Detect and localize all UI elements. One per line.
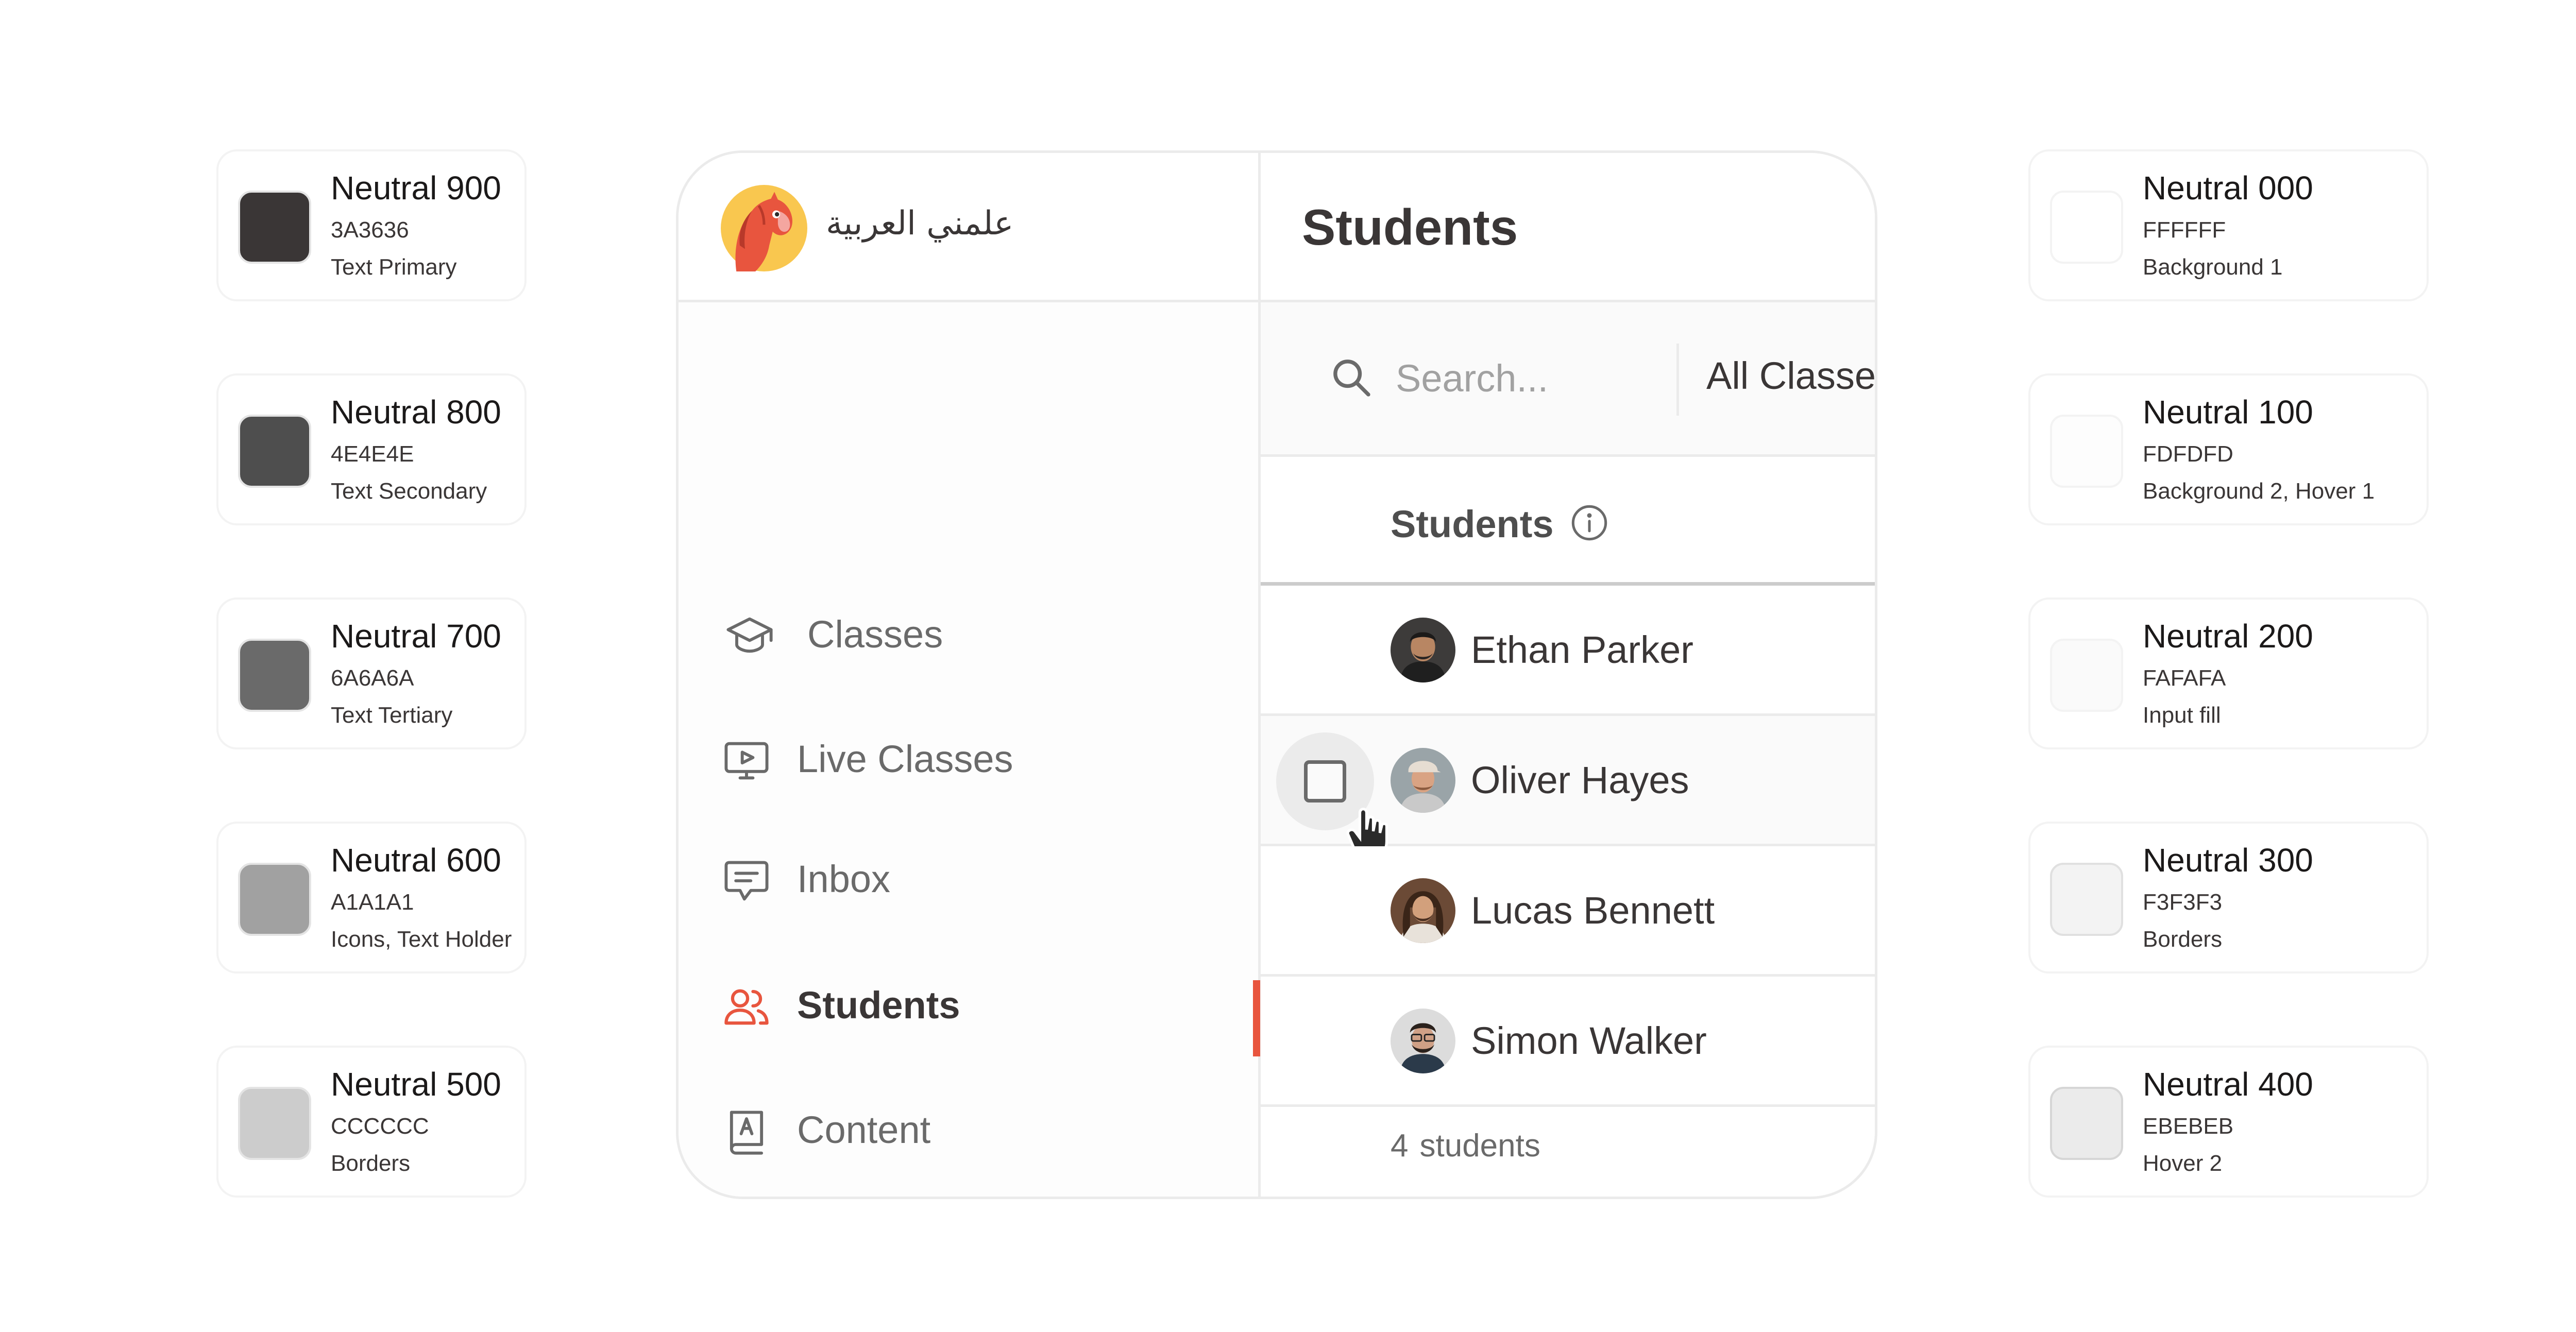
- swatch-name: Neutral 100: [2143, 394, 2313, 431]
- swatch-role: Background 2, Hover 1: [2143, 479, 2375, 504]
- swatch-card: Neutral 200 FAFAFA Input fill: [2028, 597, 2429, 749]
- swatch-hex: CCCCCC: [331, 1114, 429, 1139]
- swatch-hex: FAFAFA: [2143, 665, 2226, 691]
- color-swatch-chip: [238, 415, 311, 488]
- swatch-card: Neutral 700 6A6A6A Text Tertiary: [216, 597, 527, 749]
- info-icon[interactable]: [1570, 503, 1609, 542]
- table-header: Students: [1261, 457, 1875, 586]
- swatch-hex: FFFFFF: [2143, 217, 2226, 243]
- color-swatch-chip: [238, 191, 311, 264]
- book-icon: [730, 1111, 764, 1155]
- swatch-role: Text Secondary: [331, 479, 487, 504]
- swatch-role: Borders: [331, 1151, 411, 1176]
- avatar: [1391, 618, 1455, 682]
- users-icon: [724, 989, 769, 1025]
- sidebar-item-classes[interactable]: Classes: [679, 590, 1258, 667]
- avatar: [1391, 1009, 1455, 1073]
- student-count-number: 4: [1391, 1128, 1409, 1164]
- sidebar: علمني العربية Classes Live Classes Inbox…: [679, 153, 1261, 1197]
- sidebar-header: علمني العربية: [679, 153, 1258, 302]
- main-panel: Students All Classe Students: [1261, 153, 1875, 1197]
- avatar: [1391, 748, 1455, 813]
- swatch-name: Neutral 500: [331, 1066, 501, 1103]
- swatch-card: Neutral 100 FDFDFD Background 2, Hover 1: [2028, 373, 2429, 525]
- swatch-card: Neutral 900 3A3636 Text Primary: [216, 149, 527, 301]
- sidebar-item-students[interactable]: Students: [679, 961, 1260, 1056]
- student-name: Simon Walker: [1471, 1019, 1707, 1062]
- chat-bubble-icon: [724, 861, 769, 901]
- student-name: Lucas Bennett: [1471, 889, 1715, 932]
- page-header: Students: [1261, 153, 1875, 302]
- color-swatch-chip: [2050, 1087, 2123, 1160]
- table-row[interactable]: Simon Walker: [1261, 977, 1875, 1107]
- graduation-cap-icon: [726, 617, 773, 653]
- swatch-name: Neutral 700: [331, 618, 501, 655]
- swatch-name: Neutral 200: [2143, 618, 2313, 655]
- swatch-role: Hover 2: [2143, 1151, 2223, 1176]
- video-play-icon: [724, 742, 769, 780]
- sidebar-item-label: Classes: [807, 613, 943, 656]
- swatch-hex: FDFDFD: [2143, 441, 2233, 467]
- color-swatch-chip: [2050, 415, 2123, 488]
- swatch-role: Text Primary: [331, 254, 457, 280]
- swatch-role: Background 1: [2143, 254, 2283, 280]
- sidebar-item-label: Students: [797, 984, 960, 1027]
- swatch-hex: 4E4E4E: [331, 441, 414, 467]
- color-swatch-chip: [238, 639, 311, 712]
- swatch-hex: 6A6A6A: [331, 665, 414, 691]
- sidebar-item-live-classes[interactable]: Live Classes: [679, 714, 1258, 792]
- swatch-card: Neutral 800 4E4E4E Text Secondary: [216, 373, 527, 525]
- swatch-role: Input fill: [2143, 703, 2221, 728]
- swatch-card: Neutral 000 FFFFFF Background 1: [2028, 149, 2429, 301]
- avatar: [1391, 878, 1455, 943]
- active-indicator: [1253, 980, 1260, 1056]
- swatch-card: Neutral 600 A1A1A1 Icons, Text Holder: [216, 822, 527, 974]
- swatch-card: Neutral 300 F3F3F3 Borders: [2028, 822, 2429, 974]
- column-header-students[interactable]: Students: [1391, 502, 1554, 546]
- swatch-name: Neutral 900: [331, 169, 501, 207]
- search-input[interactable]: [1395, 352, 1654, 404]
- brand-name: علمني العربية: [826, 204, 1014, 243]
- swatch-name: Neutral 400: [2143, 1066, 2313, 1103]
- checkbox-hover-halo: [1276, 732, 1388, 861]
- swatch-hex: F3F3F3: [2143, 890, 2223, 915]
- app-window: علمني العربية Classes Live Classes Inbox…: [676, 150, 1877, 1199]
- swatch-role: Text Tertiary: [331, 703, 453, 728]
- horse-logo-icon[interactable]: [721, 185, 807, 271]
- swatch-role: Icons, Text Holder: [331, 927, 512, 952]
- color-swatch-chip: [2050, 639, 2123, 712]
- swatch-name: Neutral 600: [331, 842, 501, 879]
- sidebar-item-label: Inbox: [797, 858, 891, 900]
- swatch-hex: 3A3636: [331, 217, 409, 243]
- table-row[interactable]: Lucas Bennett: [1261, 846, 1875, 977]
- student-name: Oliver Hayes: [1471, 759, 1689, 801]
- toolbar-divider: [1676, 344, 1679, 416]
- swatch-name: Neutral 000: [2143, 169, 2313, 207]
- student-name: Ethan Parker: [1471, 628, 1693, 671]
- color-swatch-chip: [2050, 863, 2123, 936]
- student-count: 4 students: [1391, 1128, 1540, 1164]
- swatch-hex: A1A1A1: [331, 890, 414, 915]
- swatch-role: Borders: [2143, 927, 2223, 952]
- toolbar: All Classe: [1261, 302, 1875, 457]
- swatch-card: Neutral 400 EBEBEB Hover 2: [2028, 1046, 2429, 1198]
- search-icon: [1333, 360, 1370, 397]
- color-swatch-chip: [238, 1087, 311, 1160]
- sidebar-item-label: Live Classes: [797, 738, 1013, 780]
- table-row[interactable]: Ethan Parker: [1261, 586, 1875, 716]
- row-select-checkbox[interactable]: [1304, 760, 1346, 802]
- swatch-card: Neutral 500 CCCCCC Borders: [216, 1046, 527, 1198]
- sidebar-item-content[interactable]: Content: [679, 1085, 1258, 1163]
- swatch-name: Neutral 300: [2143, 842, 2313, 879]
- sidebar-item-inbox[interactable]: Inbox: [679, 834, 1258, 912]
- color-swatch-chip: [238, 863, 311, 936]
- swatch-name: Neutral 800: [331, 394, 501, 431]
- page-title: Students: [1302, 199, 1518, 255]
- student-count-unit: students: [1419, 1128, 1540, 1164]
- swatch-hex: EBEBEB: [2143, 1114, 2234, 1139]
- table-row[interactable]: Oliver Hayes: [1261, 716, 1875, 861]
- class-filter-select[interactable]: All Classe: [1706, 354, 1875, 398]
- sidebar-item-label: Content: [797, 1108, 931, 1151]
- color-swatch-chip: [2050, 191, 2123, 264]
